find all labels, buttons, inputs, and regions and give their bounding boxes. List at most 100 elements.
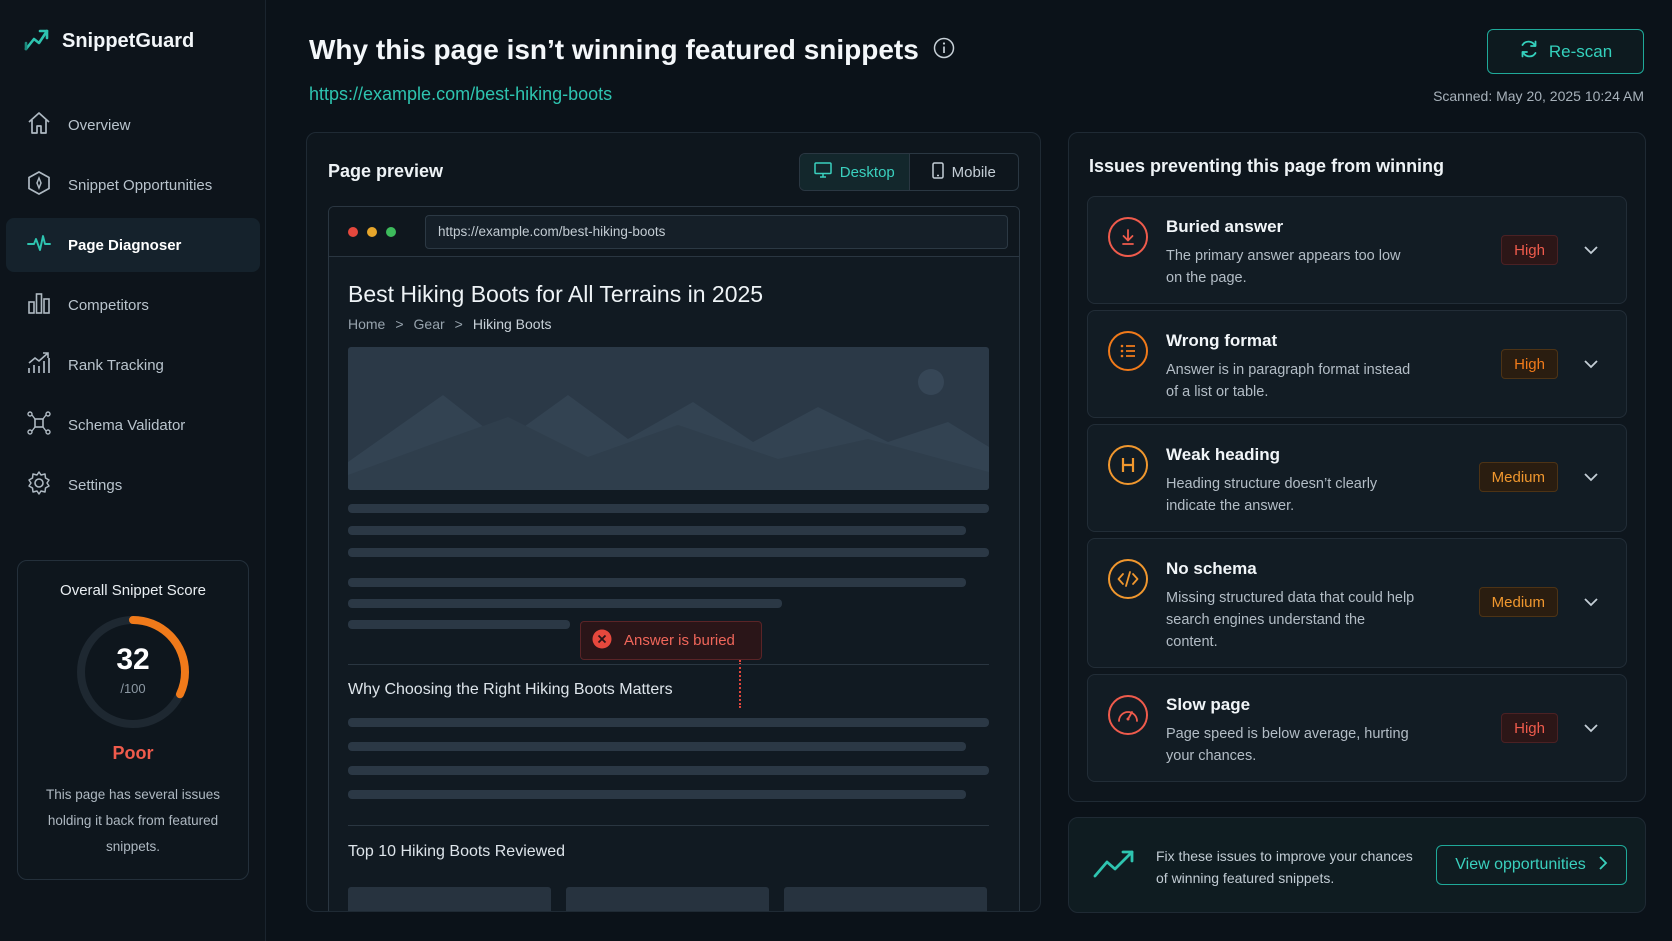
issue-card-weak-heading[interactable]: Weak heading Heading structure doesn’t c… (1087, 424, 1627, 532)
score-description: This page has several issues holding it … (45, 787, 221, 854)
text-line-placeholder (348, 742, 966, 751)
answer-buried-callout: Answer is buried (580, 621, 762, 660)
text-line-placeholder (348, 504, 989, 513)
trend-up-icon (1093, 848, 1135, 885)
sidebar-item-label: Schema Validator (68, 416, 186, 434)
issues-title: Issues preventing this page from winning (1089, 156, 1445, 176)
breadcrumb: Home > Gear > Hiking Boots (348, 316, 551, 332)
info-icon[interactable] (933, 34, 955, 66)
sidebar: SnippetGuard Overview Snippet Opportunit… (0, 0, 266, 941)
heading-icon (1108, 445, 1148, 485)
chevron-down-icon[interactable] (1582, 593, 1600, 611)
sidebar-item-rank-tracking[interactable]: Rank Tracking (6, 338, 260, 392)
trend-chart-icon (26, 350, 52, 380)
browser-address-bar: https://example.com/best-hiking-boots (425, 214, 1008, 249)
list-icon (1108, 331, 1148, 371)
severity-badge: Medium (1478, 587, 1558, 617)
browser-bar: https://example.com/best-hiking-boots (329, 207, 1019, 257)
page-url-link[interactable]: https://example.com/best-hiking-boots (309, 84, 612, 105)
snippet-score-card: Overall Snippet Score 32 /100 Poor This … (17, 560, 249, 880)
rescan-label: Re-scan (1548, 41, 1613, 61)
score-max: /100 (120, 681, 146, 696)
section-heading: Why Choosing the Right Hiking Boots Matt… (348, 681, 673, 698)
sidebar-item-schema-validator[interactable]: Schema Validator (6, 398, 260, 452)
brand[interactable]: SnippetGuard (24, 26, 194, 57)
logo-trend-icon (24, 26, 50, 57)
section-divider (348, 825, 989, 826)
severity-badge: Medium (1478, 462, 1558, 492)
bar-chart-icon (26, 290, 52, 320)
mobile-toggle-button[interactable]: Mobile (910, 154, 1019, 190)
monitor-icon (813, 162, 832, 182)
issue-name: Weak heading (1166, 445, 1280, 464)
issue-card-slow-page[interactable]: Slow page Page speed is below average, h… (1087, 674, 1627, 782)
hero-image-placeholder (348, 347, 989, 490)
issue-name: No schema (1166, 559, 1257, 578)
sidebar-item-competitors[interactable]: Competitors (6, 278, 260, 332)
sidebar-item-label: Competitors (68, 296, 149, 314)
cta-text: Fix these issues to improve your chances… (1156, 848, 1413, 886)
speedometer-icon (1108, 695, 1148, 735)
sidebar-item-snippet-opportunities[interactable]: Snippet Opportunities (6, 158, 260, 212)
text-line-placeholder (348, 718, 989, 727)
issues-panel: Issues preventing this page from winning… (1068, 132, 1646, 802)
text-line-placeholder (348, 790, 966, 799)
issue-description: The primary answer appears too low on th… (1166, 248, 1401, 286)
minimize-dot (367, 226, 377, 237)
chevron-right-icon (1598, 855, 1608, 875)
text-line-placeholder (348, 766, 989, 775)
breadcrumb-separator: > (395, 316, 404, 332)
issue-name: Wrong format (1166, 331, 1278, 350)
breadcrumb-item: Hiking Boots (472, 316, 552, 332)
sidebar-item-overview[interactable]: Overview (6, 98, 260, 152)
sidebar-item-page-diagnoser[interactable]: Page Diagnoser (6, 218, 260, 272)
score-value: 32 (116, 643, 150, 676)
chevron-down-icon[interactable] (1582, 355, 1600, 373)
scanned-timestamp: Scanned: May 20, 2025 10:24 AM (1433, 88, 1644, 104)
phone-icon (931, 161, 944, 183)
pulse-icon (26, 230, 52, 260)
code-icon (1108, 559, 1148, 599)
rescan-button[interactable]: Re-scan (1487, 29, 1644, 74)
severity-badge: High (1501, 349, 1558, 379)
sidebar-nav: Overview Snippet Opportunities Page Diag… (6, 98, 260, 518)
device-toggle: Desktop Mobile (799, 153, 1019, 191)
chevron-down-icon[interactable] (1582, 241, 1600, 259)
breadcrumb-item: Home (348, 316, 386, 332)
score-gauge: 32 /100 (74, 613, 192, 731)
product-thumbnail (566, 887, 769, 911)
view-opportunities-button[interactable]: View opportunities (1436, 845, 1627, 885)
sidebar-item-settings[interactable]: Settings (6, 458, 260, 512)
article-title: Best Hiking Boots for All Terrains in 20… (348, 281, 764, 307)
section-heading: Top 10 Hiking Boots Reviewed (348, 843, 566, 860)
issue-description: Page speed is below average, hurting you… (1166, 726, 1409, 764)
desktop-toggle-button[interactable]: Desktop (800, 154, 910, 190)
callout-connector (739, 660, 741, 708)
issue-description: Missing structured data that could help … (1166, 590, 1415, 650)
cta-panel: Fix these issues to improve your chances… (1068, 817, 1646, 913)
issue-name: Buried answer (1166, 217, 1284, 236)
schema-icon (26, 410, 52, 440)
chevron-down-icon[interactable] (1582, 719, 1600, 737)
desktop-label: Desktop (839, 163, 895, 181)
home-icon (26, 110, 52, 140)
sidebar-item-label: Overview (68, 116, 131, 134)
issue-name: Slow page (1166, 695, 1251, 714)
text-line-placeholder (348, 526, 966, 535)
sidebar-item-label: Rank Tracking (68, 356, 164, 374)
severity-badge: High (1501, 713, 1558, 743)
error-circle-icon (592, 629, 612, 653)
gear-icon (26, 470, 52, 500)
product-thumbnail (348, 887, 551, 911)
product-thumbnail (784, 887, 987, 911)
page-title-text: Why this page isn’t winning featured sni… (309, 34, 919, 65)
page-preview-panel: Page preview Desktop Mobile https://exam… (306, 132, 1041, 912)
issue-card-wrong-format[interactable]: Wrong format Answer is in paragraph form… (1087, 310, 1627, 418)
breadcrumb-item: Gear (413, 316, 445, 332)
page-title: Why this page isn’t winning featured sni… (309, 34, 955, 66)
section-divider (348, 664, 989, 665)
issue-card-no-schema[interactable]: No schema Missing structured data that c… (1087, 538, 1627, 668)
issue-card-buried-answer[interactable]: Buried answer The primary answer appears… (1087, 196, 1627, 304)
chevron-down-icon[interactable] (1582, 468, 1600, 486)
text-line-placeholder (348, 620, 570, 629)
